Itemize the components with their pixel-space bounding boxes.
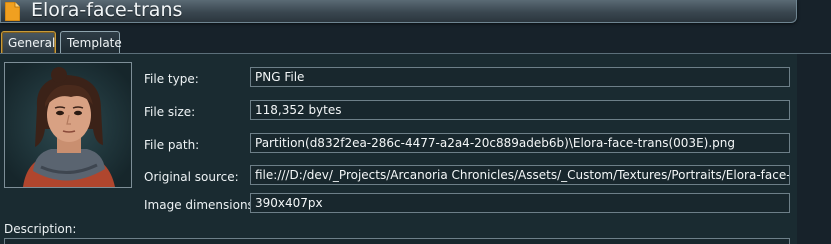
tab-general[interactable]: General xyxy=(1,31,56,54)
title-bar: Elora-face-trans xyxy=(0,0,797,23)
tab-template-label: Template xyxy=(67,36,122,50)
description-field[interactable] xyxy=(4,238,790,244)
file-size-field[interactable]: 118,352 bytes xyxy=(250,100,790,120)
file-type-label: File type: xyxy=(144,72,199,86)
description-label: Description: xyxy=(4,222,77,236)
original-source-label: Original source: xyxy=(144,170,239,184)
file-type-field[interactable]: PNG File xyxy=(250,67,790,87)
original-source-field[interactable]: file:///D:/dev/_Projects/Arcanoria Chron… xyxy=(250,165,790,185)
portrait-thumbnail xyxy=(4,62,132,188)
tab-general-label: General xyxy=(8,36,56,50)
tab-template[interactable]: Template xyxy=(60,31,122,54)
image-dimensions-label: Image dimensions: xyxy=(144,198,258,212)
portrait-image xyxy=(5,63,131,187)
page-title: Elora-face-trans xyxy=(31,0,183,21)
image-dimensions-field[interactable]: 390x407px xyxy=(250,193,790,213)
file-path-label: File path: xyxy=(144,138,200,152)
file-icon xyxy=(5,2,20,21)
file-path-field[interactable]: Partition(d832f2ea-286c-4477-a2a4-20c889… xyxy=(250,133,790,153)
file-size-label: File size: xyxy=(144,105,196,119)
